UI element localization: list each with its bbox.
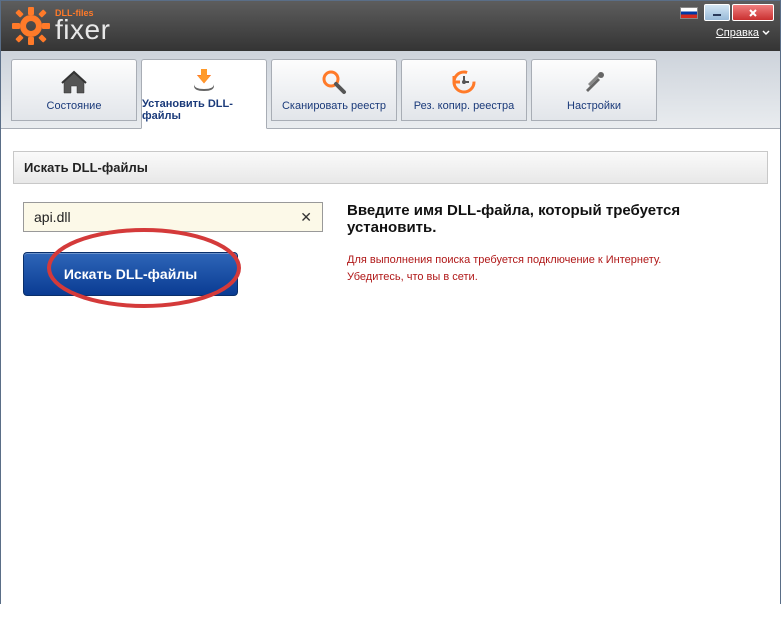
- magnifier-icon: [320, 68, 348, 96]
- minimize-button[interactable]: [704, 4, 730, 21]
- info-headline: Введите имя DLL-файла, который требуется…: [347, 202, 758, 236]
- gear-icon: [11, 6, 51, 46]
- tab-label: Состояние: [47, 100, 102, 112]
- connection-warning: Для выполнения поиска требуется подключе…: [347, 252, 758, 285]
- titlebar: DLL-files fixer Справка: [1, 1, 780, 51]
- warning-line: Убедитесь, что вы в сети.: [347, 269, 758, 286]
- home-icon: [60, 68, 88, 96]
- tab-label: Установить DLL-файлы: [142, 98, 266, 122]
- search-field-wrap: ✕: [23, 202, 323, 232]
- warning-line: Для выполнения поиска требуется подключе…: [347, 252, 758, 269]
- tab-status[interactable]: Состояние: [11, 59, 137, 121]
- window-controls: [680, 4, 774, 21]
- dll-search-input[interactable]: [34, 209, 296, 225]
- tab-install-dll[interactable]: Установить DLL-файлы: [141, 59, 267, 129]
- section-header: Искать DLL-файлы: [13, 151, 768, 184]
- brand-title: fixer: [55, 16, 110, 44]
- clear-input-icon[interactable]: ✕: [296, 209, 316, 226]
- restore-icon: [450, 68, 478, 96]
- tab-label: Настройки: [567, 100, 621, 112]
- tab-label: Сканировать реестр: [282, 100, 386, 112]
- language-flag-icon[interactable]: [680, 7, 698, 19]
- tools-icon: [580, 68, 608, 96]
- chevron-down-icon: [762, 30, 770, 36]
- tab-settings[interactable]: Настройки: [531, 59, 657, 121]
- help-link[interactable]: Справка: [716, 27, 770, 39]
- search-column: ✕ Искать DLL-файлы: [23, 202, 323, 296]
- close-button[interactable]: [732, 4, 774, 21]
- tab-scan-registry[interactable]: Сканировать реестр: [271, 59, 397, 121]
- search-dll-button[interactable]: Искать DLL-файлы: [23, 252, 238, 296]
- download-icon: [190, 66, 218, 94]
- tab-bar: Состояние Установить DLL-файлы Сканирова…: [1, 51, 780, 129]
- info-column: Введите имя DLL-файла, который требуется…: [347, 202, 758, 296]
- content-area: Искать DLL-файлы ✕ Искать DLL-файлы Введ…: [1, 151, 780, 625]
- app-logo: DLL-files fixer: [11, 4, 110, 46]
- tab-backup-registry[interactable]: Рез. копир. реестра: [401, 59, 527, 121]
- tab-label: Рез. копир. реестра: [414, 100, 514, 112]
- app-window: DLL-files fixer Справка: [0, 0, 781, 604]
